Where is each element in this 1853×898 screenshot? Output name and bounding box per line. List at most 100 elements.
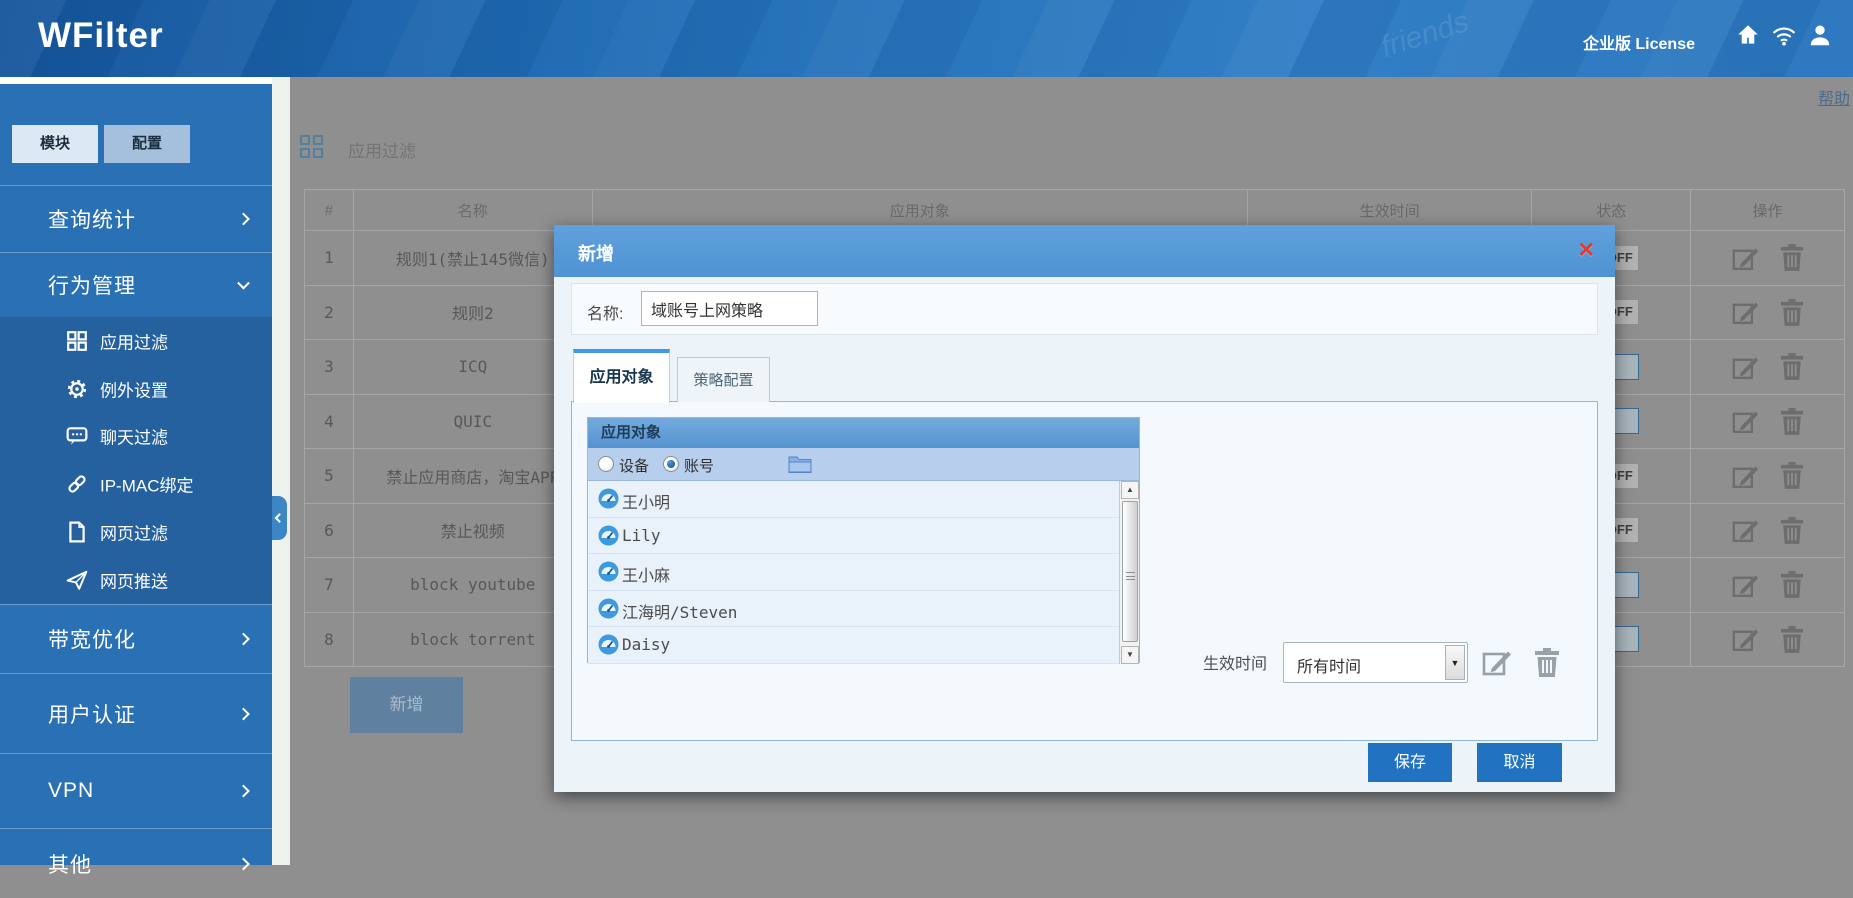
device-radio[interactable] [598, 456, 614, 472]
sidebar-subitem-4[interactable]: 网页过滤 [0, 508, 272, 556]
account-name: 江海明/Steven [622, 599, 737, 623]
trash-icon[interactable] [1780, 299, 1804, 326]
row-number: 6 [305, 504, 354, 559]
row-number: 2 [305, 286, 354, 341]
edit-icon[interactable] [1732, 245, 1760, 271]
trash-icon[interactable] [1780, 517, 1804, 544]
account-name: Lily [622, 526, 661, 545]
sidebar-subitem-0[interactable]: 应用过滤 [0, 317, 272, 365]
column-header: 操作 [1691, 190, 1844, 231]
sidebar-subitem-label: 应用过滤 [100, 328, 168, 353]
sidebar-subitem-label: 例外设置 [100, 376, 168, 401]
chat-icon [66, 425, 88, 447]
grid-icon [300, 135, 322, 157]
trash-icon[interactable] [1780, 462, 1804, 489]
sidebar-subitem-label: 网页推送 [100, 567, 168, 592]
chevron-right-icon [237, 213, 250, 226]
row-number: 5 [305, 449, 354, 504]
sidebar-item-user-auth[interactable]: 用户认证 [0, 673, 272, 753]
home-icon[interactable] [1735, 22, 1761, 48]
send-icon [66, 569, 88, 591]
column-header: # [305, 190, 354, 231]
add-rule-button[interactable]: 新增 [350, 677, 463, 733]
scroll-up-icon[interactable]: ▲ [1121, 481, 1139, 499]
name-label: 名称: [587, 300, 623, 324]
cancel-button[interactable]: 取消 [1477, 743, 1562, 782]
edit-icon[interactable] [1732, 354, 1760, 380]
tab-apply-objects[interactable]: 应用对象 [573, 349, 670, 403]
rule-actions [1691, 231, 1844, 286]
sidebar-gap-strip [272, 77, 290, 865]
folder-icon[interactable] [788, 455, 812, 474]
header-background-texture [0, 0, 1853, 77]
chevron-right-icon [237, 633, 250, 646]
trash-icon[interactable] [1780, 626, 1804, 653]
dialog-title: 新增 [578, 240, 614, 266]
rule-actions [1691, 340, 1844, 395]
account-list-item[interactable]: 王小明 [588, 481, 1121, 518]
rule-actions [1691, 395, 1844, 450]
trash-icon[interactable] [1780, 244, 1804, 271]
row-number: 1 [305, 231, 354, 286]
edit-icon[interactable] [1732, 408, 1760, 434]
license-label: 企业版 License [1583, 30, 1695, 54]
rule-name-input[interactable] [641, 291, 818, 326]
save-button[interactable]: 保存 [1368, 743, 1452, 782]
edit-icon[interactable] [1732, 626, 1760, 652]
gauge-user-icon [598, 525, 619, 551]
edit-icon[interactable] [1482, 648, 1513, 676]
sidebar-subitem-5[interactable]: 网页推送 [0, 556, 272, 604]
trash-icon[interactable] [1780, 353, 1804, 380]
sidebar-item-query-stats[interactable]: 查询统计 [0, 185, 272, 252]
chevron-right-icon [237, 785, 250, 798]
scroll-down-icon[interactable]: ▼ [1121, 646, 1139, 664]
sidebar-subitem-3[interactable]: IP-MAC绑定 [0, 460, 272, 508]
sidebar-item-bandwidth[interactable]: 带宽优化 [0, 604, 272, 673]
edit-icon[interactable] [1732, 517, 1760, 543]
account-radio[interactable] [663, 456, 679, 472]
account-list-item[interactable]: Lily [588, 518, 1121, 555]
list-header: 应用对象 [588, 418, 1139, 448]
sidebar-tab-config[interactable]: 配置 [104, 125, 190, 163]
sidebar-item-vpn[interactable]: VPN [0, 753, 272, 828]
list-scrollbar[interactable]: ▲ ▼ [1119, 481, 1139, 664]
account-name: 王小麻 [622, 562, 670, 586]
sidebar-subitem-label: 聊天过滤 [100, 424, 168, 449]
rule-actions [1691, 286, 1844, 341]
close-icon[interactable]: ✕ [1577, 238, 1595, 263]
effective-time-select[interactable]: 所有时间 ▼ [1283, 642, 1468, 683]
user-icon[interactable] [1807, 22, 1833, 48]
sidebar-tab-module[interactable]: 模块 [12, 125, 98, 163]
dropdown-arrow-icon[interactable]: ▼ [1445, 645, 1465, 680]
account-list-item[interactable]: Daisy [588, 627, 1121, 664]
gauge-user-icon [598, 634, 619, 660]
gauge-user-icon [598, 488, 619, 514]
sidebar-collapse-handle[interactable] [272, 496, 287, 540]
device-radio-label[interactable]: 设备 [619, 455, 649, 476]
account-radio-label[interactable]: 账号 [684, 455, 714, 476]
effective-time-label: 生效时间 [1203, 650, 1267, 674]
sidebar-subitem-label: 网页过滤 [100, 520, 168, 545]
account-list-item[interactable]: 王小麻 [588, 554, 1121, 591]
edit-icon[interactable] [1732, 572, 1760, 598]
gauge-user-icon [598, 598, 619, 624]
sidebar-subitem-2[interactable]: 聊天过滤 [0, 413, 272, 461]
dialog-header: 新增 ✕ [554, 225, 1615, 277]
help-link[interactable]: 帮助 [1818, 85, 1850, 109]
wifi-icon[interactable] [1771, 22, 1797, 48]
chevron-left-icon [275, 513, 285, 523]
trash-icon[interactable] [1534, 648, 1560, 677]
sidebar-submenu: 应用过滤例外设置聊天过滤 IP-MAC绑定网页过滤网页推送 [0, 317, 272, 604]
tab-policy-config[interactable]: 策略配置 [677, 357, 770, 402]
account-list: 王小明 Lily 王小麻江海明/Steven Daisy [588, 481, 1121, 664]
sidebar-item-behavior-mgmt[interactable]: 行为管理 [0, 252, 272, 317]
trash-icon[interactable] [1780, 571, 1804, 598]
scrollbar-thumb[interactable] [1122, 501, 1138, 642]
sidebar-subitem-1[interactable]: 例外设置 [0, 365, 272, 413]
account-list-item[interactable]: 江海明/Steven [588, 591, 1121, 628]
edit-icon[interactable] [1732, 463, 1760, 489]
sidebar-subitem-label: IP-MAC绑定 [100, 472, 194, 497]
sidebar-item-other[interactable]: 其他 [0, 828, 272, 898]
edit-icon[interactable] [1732, 299, 1760, 325]
trash-icon[interactable] [1780, 408, 1804, 435]
